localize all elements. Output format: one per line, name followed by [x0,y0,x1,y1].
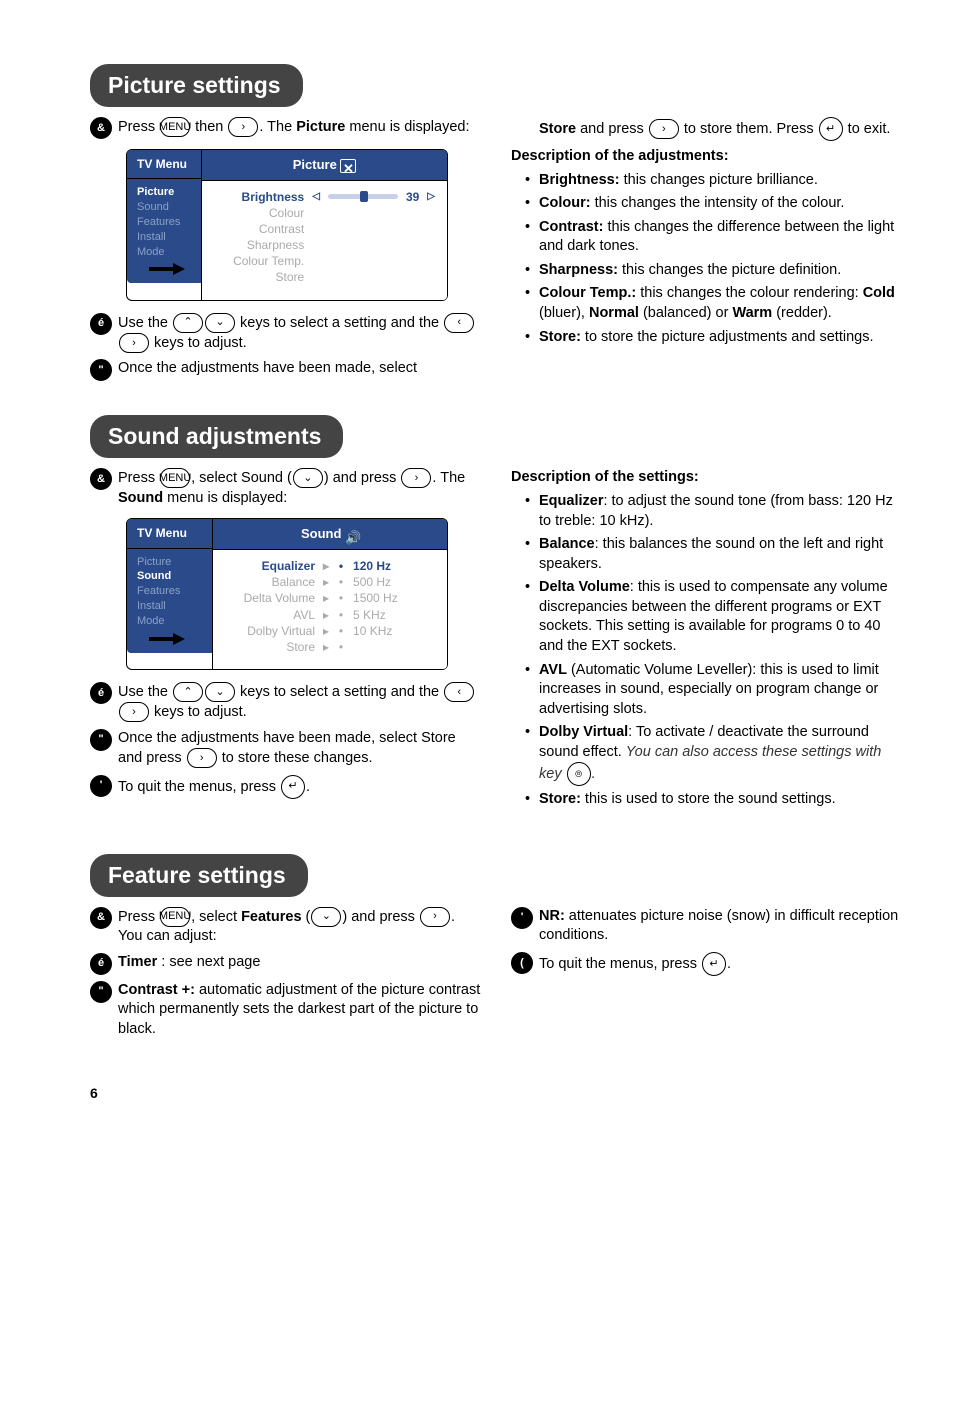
exit-key-icon: ↵ [281,775,305,799]
step-text: Press MENU then ›. The Picture menu is d… [118,117,483,137]
step-marker-4: ' [90,775,112,797]
continuation-text: Store and press › to store them. Press ↵… [511,117,904,141]
menu-key-icon: MENU [160,907,190,927]
right-key-icon: › [119,702,149,722]
desc-item: AVL (Automatic Volume Leveller): this is… [539,661,904,720]
tv-row: AVL▸•5 KHz [225,607,435,623]
step-marker-1: & [90,117,112,139]
page-number: 6 [90,1085,98,1101]
step-marker-5: ( [511,952,533,974]
step-text: To quit the menus, press ↵. [539,952,904,976]
step-text: Use the ⌃⌄ keys to select a setting and … [118,682,483,723]
step-text: Contrast +: automatic adjustment of the … [118,981,483,1040]
arrow-icon [147,255,187,275]
step-text: Once the adjustments have been made, sel… [118,359,483,379]
tv-side-item: Features [137,584,202,599]
desc-item: Equalizer: to adjust the sound tone (fro… [539,492,904,531]
exit-key-icon: ↵ [819,117,843,141]
right-key-icon: › [401,468,431,488]
left-key-icon: ‹ [444,313,474,333]
section-title-features: Feature settings [90,854,308,897]
tv-row: Brightness◁39▷ [214,189,435,205]
right-key-icon: › [228,117,258,137]
step-marker-3: " [90,359,112,381]
tv-row: Dolby Virtual▸•10 KHz [225,623,435,639]
desc-item: Sharpness: this changes the picture defi… [539,261,904,281]
menu-key-icon: MENU [160,468,190,488]
desc-item: Store: this is used to store the sound s… [539,790,904,810]
down-key-icon: ⌄ [311,907,341,927]
tv-row: Store▸• [225,639,435,655]
step-marker-3: " [90,729,112,751]
left-key-icon: ‹ [444,682,474,702]
tv-row: Colour [214,205,435,221]
step-text: Press MENU, select Features (⌄) and pres… [118,907,483,947]
tv-menu-header: TV Menu [127,519,212,548]
tv-row: Delta Volume▸•1500 Hz [225,590,435,606]
step-marker-3: " [90,981,112,1003]
tv-row: Balance▸•500 Hz [225,574,435,590]
surround-key-icon: ⦾ [567,762,591,786]
tv-side-item: Install [137,599,202,614]
step-marker-2: é [90,313,112,335]
right-key-icon: › [119,333,149,353]
section-title-sound: Sound adjustments [90,415,343,458]
step-marker-2: é [90,682,112,704]
up-key-icon: ⌃ [173,313,203,333]
step-text: Use the ⌃⌄ keys to select a setting and … [118,313,483,354]
desc-item: Contrast: this changes the difference be… [539,218,904,257]
arrow-icon [147,625,187,645]
step-text: NR: attenuates picture noise (snow) in d… [539,907,904,946]
tv-row: Colour Temp. [214,253,435,269]
right-key-icon: › [649,119,679,139]
tv-row: Store [214,269,435,285]
tv-menu-header: TV Menu [127,150,201,179]
tv-side-item: Sound [137,569,202,584]
step-marker-2: é [90,953,112,975]
desc-item: Delta Volume: this is used to compensate… [539,578,904,656]
picture-menu-screenshot: TV Menu Picture Sound Features Install M… [126,149,448,301]
desc-item: Colour Temp.: this changes the colour re… [539,284,904,323]
desc-item: Dolby Virtual: To activate / deactivate … [539,723,904,786]
step-text: Once the adjustments have been made, sel… [118,729,483,769]
desc-item: Balance: this balances the sound on the … [539,535,904,574]
tv-side-item: Install [137,230,191,245]
right-key-icon: › [420,907,450,927]
desc-item: Brightness: this changes picture brillia… [539,171,904,191]
desc-heading: Description of the settings: [511,468,904,488]
tv-side-item: Sound [137,200,191,215]
tv-side-item: Features [137,215,191,230]
tv-panel-header: Picture ✕ [202,150,447,181]
down-key-icon: ⌄ [293,468,323,488]
menu-key-icon: MENU [160,117,190,137]
sound-menu-screenshot: TV Menu Picture Sound Features Install M… [126,518,448,670]
desc-item: Store: to store the picture adjustments … [539,328,904,348]
step-text: Timer : see next page [118,953,483,973]
step-marker-1: & [90,468,112,490]
down-key-icon: ⌄ [205,682,235,702]
desc-item: Colour: this changes the intensity of th… [539,194,904,214]
tv-panel-header: Sound 🔊 [213,519,447,550]
down-key-icon: ⌄ [205,313,235,333]
tv-side-item: Picture [137,555,202,570]
tv-side-item: Picture [137,185,191,200]
exit-key-icon: ↵ [702,952,726,976]
step-marker-1: & [90,907,112,929]
right-key-icon: › [187,748,217,768]
section-title-picture: Picture settings [90,64,303,107]
tv-row: Contrast [214,221,435,237]
tv-row: Equalizer▸•120 Hz [225,558,435,574]
step-text: Press MENU, select Sound (⌄) and press ›… [118,468,483,508]
desc-heading: Description of the adjustments: [511,147,904,167]
up-key-icon: ⌃ [173,682,203,702]
tv-row: Sharpness [214,237,435,253]
step-marker-4: ' [511,907,533,929]
step-text: To quit the menus, press ↵. [118,775,483,799]
